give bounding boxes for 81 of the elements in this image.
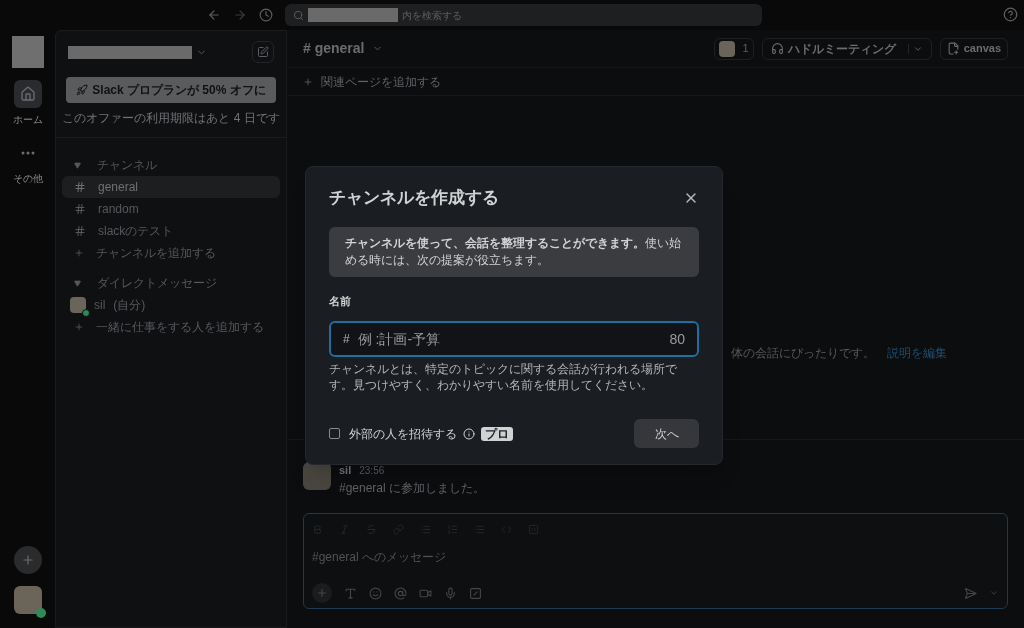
format-icon[interactable] xyxy=(420,523,431,535)
pro-badge: プロ xyxy=(481,426,513,441)
section-header[interactable]: ダイレクトメッセージ xyxy=(97,274,217,292)
dm-name: sil xyxy=(94,297,106,314)
checkbox[interactable] xyxy=(329,428,340,439)
plus-icon xyxy=(20,553,35,567)
add-workspace-button[interactable] xyxy=(13,546,42,574)
format-icon[interactable] xyxy=(447,523,458,535)
channel-name: slackのテスト xyxy=(98,223,174,240)
format-icon[interactable] xyxy=(312,523,323,535)
message-time: 23:56 xyxy=(359,464,385,478)
channel-title[interactable]: # general xyxy=(303,38,365,59)
search-icon xyxy=(293,9,304,21)
avatar xyxy=(718,40,735,57)
history-icon[interactable] xyxy=(259,8,273,22)
huddle-button[interactable]: ハドルミーティング xyxy=(761,37,932,60)
plus-icon xyxy=(316,587,328,599)
hash-icon xyxy=(74,203,86,215)
add-link[interactable]: チャンネルを追加する xyxy=(96,244,216,262)
compose-button[interactable] xyxy=(252,41,274,63)
dm-item[interactable]: sil (自分) xyxy=(62,294,280,316)
members-button[interactable]: 1 xyxy=(713,37,754,60)
help-icon[interactable] xyxy=(1003,7,1018,22)
channel-name-input[interactable]: 例 :計画-予算 xyxy=(357,328,662,350)
compose-icon xyxy=(257,46,269,58)
info-icon[interactable] xyxy=(463,427,475,440)
channel-item[interactable]: general xyxy=(62,176,280,198)
add-bookmark-link[interactable]: 関連ページを追加する xyxy=(321,72,441,91)
forward-arrow-icon[interactable] xyxy=(233,8,247,22)
message-text: #general に参加しました。 xyxy=(339,479,486,497)
format-icon[interactable] xyxy=(366,523,377,535)
channel-intro-text: 体の会話にぴったりです。 xyxy=(731,345,875,362)
headphones-icon xyxy=(770,42,784,55)
channel-name-field[interactable]: # 例 :計画-予算 80 xyxy=(329,321,699,357)
more-icon xyxy=(20,151,35,155)
format-icon[interactable] xyxy=(528,523,539,535)
text-format-icon[interactable] xyxy=(344,586,357,600)
field-label: 名前 xyxy=(329,293,352,309)
plus-icon xyxy=(74,322,84,332)
dialog-title: チャンネルを作成する xyxy=(329,187,499,209)
character-counter: 80 xyxy=(669,329,685,349)
rail-button[interactable]: その他 xyxy=(12,139,43,186)
home-icon xyxy=(19,86,36,102)
hash-icon xyxy=(74,225,86,237)
microphone-icon[interactable] xyxy=(444,586,457,600)
format-icon[interactable] xyxy=(474,523,485,535)
chevron-down-icon[interactable] xyxy=(989,588,999,598)
plus-icon xyxy=(303,76,313,87)
message-composer[interactable]: #general へのメッセージ xyxy=(303,513,1008,609)
mention-icon[interactable] xyxy=(394,586,407,600)
attach-button[interactable] xyxy=(312,583,332,603)
workspace-logo[interactable] xyxy=(11,36,44,68)
message-author[interactable]: sil xyxy=(339,462,352,479)
avatar xyxy=(303,462,331,490)
add-link[interactable]: 一緒に仕事をする人を追加する xyxy=(96,318,264,336)
emoji-icon[interactable] xyxy=(369,586,382,600)
edit-description-link[interactable]: 説明を編集 xyxy=(887,344,947,362)
checkbox-label[interactable]: 外部の人を招待する xyxy=(349,424,457,443)
next-button[interactable]: 次へ xyxy=(634,419,699,448)
promo-note: このオファーの利用期限はあと 4 日です xyxy=(61,110,281,127)
send-icon[interactable] xyxy=(964,586,977,600)
composer-placeholder: #general へのメッセージ xyxy=(312,549,448,566)
plus-icon xyxy=(74,248,84,258)
canvas-button[interactable]: canvas xyxy=(939,37,1008,60)
dm-suffix: (自分) xyxy=(113,297,146,314)
canvas-icon xyxy=(946,42,960,55)
info-banner: チャンネルを使って、会話を整理することができます。使い始める時には、次の提案が役立ちます。 xyxy=(329,226,699,277)
section-header[interactable]: チャンネル xyxy=(97,156,157,174)
channel-item[interactable]: slackのテスト xyxy=(62,220,280,242)
hash-prefix: # xyxy=(343,331,350,348)
back-arrow-icon[interactable] xyxy=(207,8,221,22)
caret-icon[interactable] xyxy=(74,161,81,169)
field-hint: チャンネルとは、特定のトピックに関する会話が行われる場所です。見つけやすく、わかりやすい名前を使用してください。 xyxy=(329,361,678,393)
promo-button[interactable]: Slack プロプランが 50% オフに xyxy=(66,77,276,103)
channel-name: general xyxy=(98,179,139,196)
caret-icon[interactable] xyxy=(74,279,81,287)
channel-name: random xyxy=(98,201,139,218)
slash-command-icon[interactable] xyxy=(469,586,482,600)
rocket-icon xyxy=(76,84,89,96)
channel-item[interactable]: random xyxy=(62,198,280,220)
hash-icon xyxy=(74,181,86,193)
